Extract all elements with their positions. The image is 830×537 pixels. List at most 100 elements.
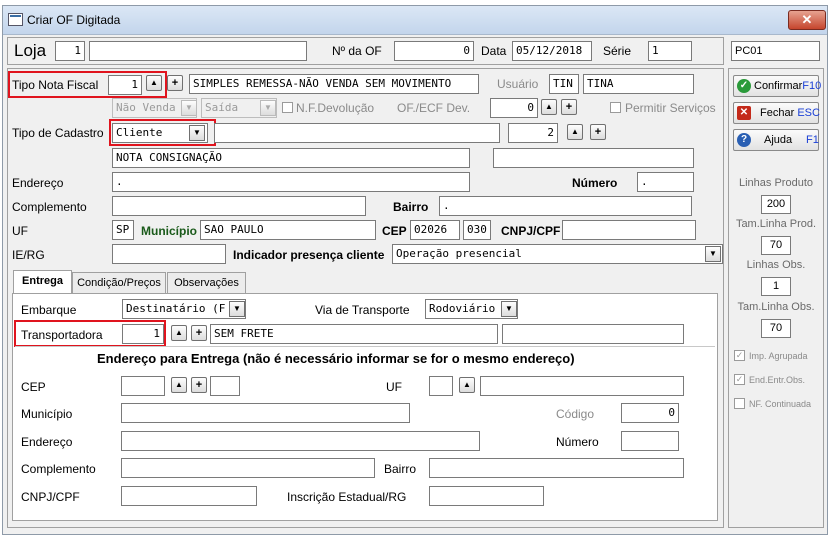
nome-extra-input[interactable]: [493, 148, 694, 168]
ie-label: IE/RG: [12, 248, 45, 262]
uf-label: UF: [12, 224, 28, 238]
saida-dropdown-icon[interactable]: ▼: [260, 100, 276, 116]
presenca-dropdown-icon[interactable]: ▼: [705, 246, 721, 262]
tipo-cadastro-label: Tipo de Cadastro: [12, 126, 104, 140]
of-ecf-up-icon[interactable]: ▲: [541, 99, 557, 115]
entrega-cep-label: CEP: [21, 380, 46, 394]
entrega-municipio-input[interactable]: [121, 403, 410, 423]
linhas-produto-label: Linhas Produto: [739, 177, 813, 189]
via-transporte-dropdown-icon[interactable]: ▼: [501, 301, 517, 317]
transportadora-add-icon[interactable]: +: [191, 325, 207, 341]
entrega-codigo-input[interactable]: 0: [621, 403, 679, 423]
tipo-nota-desc-input[interactable]: SIMPLES REMESSA-NÃO VENDA SEM MOVIMENTO: [189, 74, 479, 94]
endereco-input[interactable]: .: [112, 172, 470, 192]
entrega-cep-up-icon[interactable]: ▲: [171, 377, 187, 393]
transportadora-name-input[interactable]: SEM FRETE: [210, 324, 498, 344]
devolucao-label: N.F.Devolução: [296, 101, 375, 115]
usuario-label: Usuário: [497, 77, 539, 91]
entrega-uf-input[interactable]: [429, 376, 453, 396]
presenca-select[interactable]: Operação presencial: [392, 244, 723, 264]
transportadora-extra-input[interactable]: [502, 324, 684, 344]
entrega-cep-input-2[interactable]: [210, 376, 240, 396]
tipo-nota-highlight: [8, 71, 167, 98]
app-icon: [8, 13, 23, 26]
of-ecf-input[interactable]: 0: [490, 98, 538, 118]
tab-condicao-precos[interactable]: Condição/Preços: [72, 272, 166, 294]
embarque-select[interactable]: Destinatário (F: [122, 299, 246, 319]
cadastro-add-icon[interactable]: +: [590, 124, 606, 140]
complemento-label: Complemento: [12, 200, 87, 214]
entrega-uf-up-icon[interactable]: ▲: [459, 377, 475, 393]
numero-input[interactable]: .: [637, 172, 694, 192]
complemento-input[interactable]: [112, 196, 366, 216]
terminal-input: PC01: [731, 41, 820, 61]
transportadora-up-icon[interactable]: ▲: [171, 325, 187, 341]
embarque-dropdown-icon[interactable]: ▼: [229, 301, 245, 317]
entrega-ie-input[interactable]: [429, 486, 544, 506]
serie-input[interactable]: 1: [648, 41, 692, 61]
numero-label: Número: [572, 176, 618, 190]
bairro-label: Bairro: [393, 200, 429, 214]
tab-observacoes[interactable]: Observações: [167, 272, 246, 294]
via-transporte-label: Via de Transporte: [315, 303, 410, 317]
entrega-section-title: Endereço para Entrega (não é necessário …: [97, 351, 575, 366]
cep-input-1[interactable]: 02026: [410, 220, 460, 240]
tipo-nota-add-icon[interactable]: +: [167, 75, 183, 91]
entrega-numero-label: Número: [556, 435, 599, 449]
linhas-obs-input[interactable]: 1: [761, 277, 791, 296]
ajuda-button[interactable]: ? Ajuda F1: [733, 129, 819, 151]
linhas-obs-label: Linhas Obs.: [746, 259, 806, 271]
endereco-label: Endereço: [12, 176, 64, 190]
devolucao-checkbox[interactable]: [282, 102, 293, 113]
close-x-icon: ✕: [737, 106, 751, 120]
entrega-municipio-name-input[interactable]: [480, 376, 684, 396]
entrega-bairro-input[interactable]: [429, 458, 684, 478]
entrega-complemento-input[interactable]: [121, 458, 375, 478]
municipio-input[interactable]: SAO PAULO: [200, 220, 376, 240]
linhas-produto-input[interactable]: 200: [761, 195, 791, 214]
entrega-numero-input[interactable]: [621, 431, 679, 451]
entrega-cnpj-input[interactable]: [121, 486, 257, 506]
fechar-button[interactable]: ✕ Fechar ESC: [733, 102, 820, 124]
tam-linha-obs-input[interactable]: 70: [761, 319, 791, 338]
tam-linha-prod-input[interactable]: 70: [761, 236, 791, 255]
nf-continuada-checkbox[interactable]: [734, 398, 745, 409]
tipo-cadastro-name-input[interactable]: [214, 123, 500, 143]
usuario-name-input[interactable]: TINA: [583, 74, 694, 94]
nome-input[interactable]: NOTA CONSIGNAÇÃO: [112, 148, 470, 168]
cep-input-2[interactable]: 030: [463, 220, 491, 240]
permitir-servicos-label: Permitir Serviços: [625, 101, 716, 115]
ajuda-hotkey: F1: [806, 134, 819, 146]
entrega-bairro-label: Bairro: [384, 462, 417, 476]
venda-dropdown-icon[interactable]: ▼: [181, 100, 197, 116]
uf-input[interactable]: SP: [112, 220, 134, 240]
permitir-servicos-checkbox[interactable]: [610, 102, 621, 113]
entrega-cep-input[interactable]: [121, 376, 165, 396]
tab-entrega[interactable]: Entrega: [13, 270, 72, 294]
confirmar-hotkey: F10: [802, 80, 822, 92]
tipo-cadastro-highlight: [109, 119, 216, 146]
close-icon[interactable]: ✕: [788, 10, 826, 30]
usuario-code-input[interactable]: TIN: [549, 74, 579, 94]
cadastro-up-icon[interactable]: ▲: [567, 124, 583, 140]
loja-code-input[interactable]: 1: [55, 41, 85, 61]
entrega-endereco-input[interactable]: [121, 431, 480, 451]
cnpj-input[interactable]: [562, 220, 696, 240]
cadastro-code-input[interactable]: 2: [508, 123, 558, 143]
presenca-label: Indicador presença cliente: [233, 248, 385, 262]
data-input[interactable]: 05/12/2018: [512, 41, 592, 61]
entrega-endereco-label: Endereço: [21, 435, 73, 449]
entrega-cep-add-icon[interactable]: +: [191, 377, 207, 393]
ie-input[interactable]: [112, 244, 226, 264]
loja-name-input[interactable]: [89, 41, 307, 61]
entrega-uf-label: UF: [386, 380, 402, 394]
imp-agrupada-checkbox[interactable]: ✓: [734, 350, 745, 361]
nof-input[interactable]: 0: [394, 41, 474, 61]
of-ecf-label: OF./ECF Dev.: [397, 101, 471, 115]
tam-linha-prod-label: Tam.Linha Prod.: [735, 218, 817, 230]
end-entr-obs-checkbox[interactable]: ✓: [734, 374, 745, 385]
confirmar-button[interactable]: ✓ ConfirmarF10: [733, 75, 822, 97]
bairro-input[interactable]: .: [439, 196, 692, 216]
imp-agrupada-label: Imp. Agrupada: [749, 351, 808, 361]
of-ecf-add-icon[interactable]: +: [561, 99, 577, 115]
